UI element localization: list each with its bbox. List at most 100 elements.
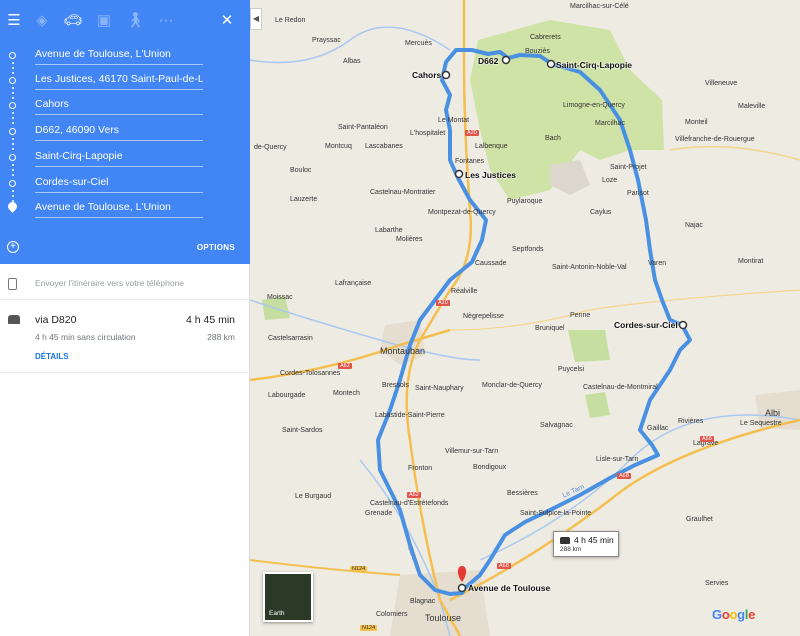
waypoint-dot-icon [9, 77, 16, 84]
map-label-town: Moissac [267, 294, 293, 301]
google-logo: Google [712, 607, 756, 622]
waypoint-row[interactable]: Les Justices, 46170 Saint-Paul-de-Loubre… [0, 69, 250, 93]
waypoint-marker[interactable] [441, 70, 451, 80]
map-canvas[interactable]: Cahors D662 Saint-Cirq-Lapopie Les Justi… [250, 0, 800, 636]
highway-shield: A20 [436, 300, 450, 306]
map-label-town: Fontanes [455, 158, 485, 165]
map-label-town: Loze [602, 177, 618, 184]
route-via: via D820 [35, 314, 77, 326]
map-label-town: Labastide-Saint-Pierre [375, 412, 445, 419]
waypoint-dot-icon [9, 128, 16, 135]
map-label-town: Bach [545, 135, 561, 142]
transit-icon[interactable]: ▣ [94, 10, 114, 30]
highway-shield: A68 [700, 436, 714, 442]
waypoint-input[interactable]: Cordes-sur-Ciel [35, 176, 203, 193]
highway-shield: A62 [407, 492, 421, 498]
map-label-city: Caussade [475, 260, 507, 267]
map-label-city: Blagnac [410, 598, 436, 605]
waypoint-row[interactable]: Cordes-sur-Ciel [0, 172, 250, 196]
map-label-town: Najac [685, 222, 703, 229]
earth-label: Earth [269, 610, 285, 617]
map-label-town: Saint-Nauphary [415, 385, 464, 392]
walk-icon[interactable]: 🚶︎ [125, 10, 145, 30]
options-button[interactable]: OPTIONS [197, 243, 235, 252]
waypoint-marker[interactable] [454, 169, 464, 179]
waypoint-row[interactable]: Avenue de Toulouse, L'Union [0, 44, 250, 68]
waypoint-input[interactable]: Cahors [35, 98, 203, 115]
send-to-phone-label[interactable]: Envoyer l'itinéraire vers votre téléphon… [35, 278, 184, 288]
waypoint-input[interactable]: Les Justices, 46170 Saint-Paul-de-Loubre… [35, 73, 203, 90]
waypoint-row[interactable]: Cahors [0, 94, 250, 118]
close-icon[interactable]: ✕ [217, 10, 237, 30]
map-label-town: Varen [648, 260, 667, 267]
send-to-phone-row[interactable]: Envoyer l'itinéraire vers votre téléphon… [0, 264, 250, 300]
map-label-town: Castelsarrasin [268, 335, 313, 342]
map-label-town: Lisle-sur-Tarn [596, 456, 639, 463]
directions-header: ☰ ◈ 🚗︎ ▣ 🚶︎ ⋯ ✕ Avenue de Toulouse, L'Un… [0, 0, 250, 264]
collapse-panel-button[interactable]: ◀ [250, 8, 262, 30]
map-label-town: Lafrançaise [335, 280, 372, 287]
map-label-city: Albi [765, 408, 781, 418]
map-label-town: Puylaroque [507, 198, 543, 205]
waypoint-input[interactable]: Avenue de Toulouse, L'Union [35, 48, 203, 65]
map-label-town: Castelnau-de-Montmiral [583, 384, 658, 391]
earth-view-toggle[interactable]: Earth [263, 572, 313, 622]
map-label-town: Castelnau-Montratier [370, 189, 436, 196]
waypoint-row[interactable]: Avenue de Toulouse, L'Union [0, 197, 250, 221]
waypoint-marker[interactable] [546, 59, 556, 69]
highway-shield: A20 [465, 130, 479, 136]
travel-mode-bar: ☰ ◈ 🚗︎ ▣ 🚶︎ ⋯ ✕ [0, 0, 250, 40]
map-label-town: L'hospitalet [410, 130, 446, 137]
more-icon[interactable]: ⋯ [156, 10, 176, 30]
map-label-town: Septfonds [512, 246, 544, 253]
map-label-waypoint: Saint-Cirq-Lapopie [556, 60, 633, 70]
map-label-town: Cordes-Tolosannes [280, 370, 341, 377]
route-callout[interactable]: 4 h 45 min 288 km [553, 531, 619, 557]
map-label-town: Molières [396, 236, 423, 243]
map-label-town: Lascabanes [365, 143, 403, 150]
map-label-town: Réalville [451, 288, 478, 295]
map-label-town: Salvagnac [540, 422, 573, 429]
map-label-town: Bruniquel [535, 325, 565, 332]
waypoint-marker[interactable] [457, 583, 467, 593]
map-label-town: Bouloc [290, 167, 312, 174]
map-label-town: Grenade [365, 510, 393, 517]
route-option[interactable]: via D820 4 h 45 min 4 h 45 min sans circ… [0, 301, 250, 373]
map-label-town: Bouziès [525, 48, 550, 55]
car-icon[interactable]: 🚗︎ [63, 10, 83, 30]
waypoint-marker[interactable] [678, 320, 688, 330]
destination-pin-icon [6, 200, 19, 213]
destination-input[interactable]: Avenue de Toulouse, L'Union [35, 201, 203, 218]
map-label-town: Saint-Pantaléon [338, 124, 388, 131]
map-label-town: Castelnau-d'Estrétefonds [370, 500, 449, 507]
map-label-town: Monclar-de-Quercy [482, 382, 542, 389]
waypoint-row[interactable]: Saint-Cirq-Lapopie [0, 146, 250, 170]
route-distance: 288 km [207, 332, 235, 342]
map-label-city: Montauban [380, 346, 426, 356]
map-label-town: Labarthe [375, 227, 403, 234]
map-label-town: Cabrerets [530, 34, 561, 41]
details-link[interactable]: DÉTAILS [35, 352, 69, 361]
map-layer [250, 0, 800, 636]
map-label-town: Servies [705, 580, 729, 587]
best-route-icon[interactable]: ◈ [32, 10, 52, 30]
map-label-town: Monteil [685, 119, 708, 126]
map-label-waypoint: D662 [478, 56, 499, 66]
add-destination-icon[interactable]: + [7, 241, 19, 253]
waypoint-input[interactable]: D662, 46090 Vers [35, 124, 203, 141]
waypoint-input[interactable]: Saint-Cirq-Lapopie [35, 150, 203, 167]
map-label-town: Villeneuve [705, 80, 738, 87]
map-label-town: Caylus [590, 209, 612, 216]
waypoint-dot-icon [9, 180, 16, 187]
map-label-town: Nègrepelisse [463, 313, 504, 320]
car-icon [560, 537, 570, 544]
map-label-town: Montech [333, 390, 360, 397]
map-label-waypoint: Les Justices [465, 170, 517, 180]
highway-shield: A62 [338, 363, 352, 369]
map-label-town: Montpezat-de-Quercy [428, 209, 496, 216]
map-label-town: Marcilhac [595, 120, 625, 127]
waypoint-row[interactable]: D662, 46090 Vers [0, 120, 250, 144]
menu-icon[interactable]: ☰ [4, 10, 24, 30]
waypoint-marker[interactable] [501, 55, 511, 65]
map-label-town: Penne [570, 312, 591, 319]
